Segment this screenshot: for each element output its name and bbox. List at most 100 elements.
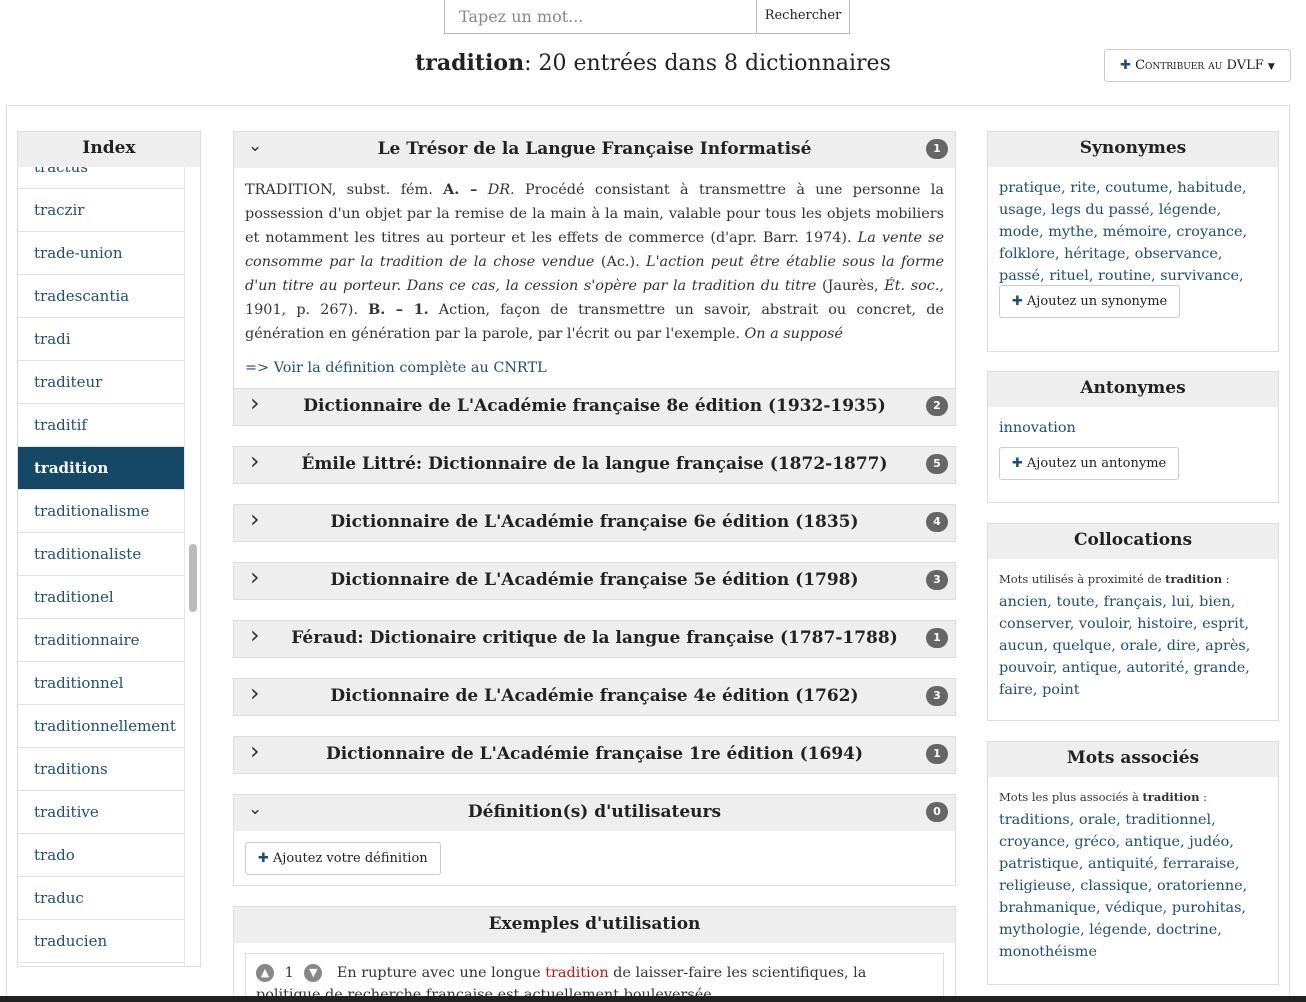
add-synonym-button[interactable]: ✚ Ajoutez un synonyme [999, 285, 1181, 318]
index-item[interactable]: tractus [18, 167, 185, 189]
collocation-link[interactable]: toute [1056, 594, 1094, 610]
associated-word-link[interactable]: doctrine [1156, 922, 1217, 938]
associated-word-link[interactable]: purohitas [1172, 900, 1242, 916]
synonym-link[interactable]: pratique [999, 180, 1061, 196]
index-list[interactable]: tractus traczir trade-union tradescantia tra… [18, 167, 185, 966]
index-item[interactable]: tradescantia [18, 275, 185, 318]
associated-word-link[interactable]: oratorienne [1157, 878, 1243, 894]
index-item[interactable]: traditions [18, 748, 185, 791]
dictionary-header[interactable]: › Dictionnaire de L'Académie française 8e… [234, 389, 955, 425]
associated-word-link[interactable]: gréco [1074, 834, 1115, 850]
synonym-link[interactable]: observance [1135, 246, 1218, 262]
collocation-link[interactable]: vouloir [1079, 616, 1128, 632]
associated-word-link[interactable]: religieuse [999, 878, 1071, 894]
dictionary-header[interactable]: ⌄ Le Trésor de la Langue Française Inform… [234, 132, 955, 168]
synonym-link[interactable]: folklore [999, 246, 1055, 262]
collocation-link[interactable]: bien [1199, 594, 1231, 610]
index-item[interactable]: traditionnellement [18, 705, 185, 748]
associated-word-link[interactable]: judéo [1189, 834, 1229, 850]
synonym-link[interactable]: rituel [1049, 268, 1089, 284]
search-button[interactable]: Rechercher [756, 0, 850, 34]
index-item[interactable]: traditif [18, 404, 185, 447]
search-input[interactable] [444, 0, 757, 34]
collocation-link[interactable]: français [1104, 594, 1163, 610]
synonym-link[interactable]: mode [999, 224, 1039, 240]
associated-word-link[interactable]: monothéisme [999, 944, 1097, 960]
collocation-link[interactable]: lui [1171, 594, 1189, 610]
synonym-link[interactable]: mythe [1048, 224, 1093, 240]
index-scrollbar-thumb[interactable] [189, 544, 197, 612]
synonym-link[interactable]: héritage [1064, 246, 1125, 262]
index-item[interactable]: traditionaliste [18, 533, 185, 576]
associated-word-link[interactable]: patristique [999, 856, 1079, 872]
index-scrollbar[interactable] [184, 167, 200, 966]
synonym-link[interactable]: mémoire [1103, 224, 1167, 240]
collocation-link[interactable]: orale [1120, 638, 1157, 654]
index-item[interactable]: tradi [18, 318, 185, 361]
associated-word-link[interactable]: légende [1089, 922, 1147, 938]
collocation-link[interactable]: esprit [1202, 616, 1244, 632]
dictionary-header[interactable]: › Dictionnaire de L'Académie française 1r… [234, 737, 955, 773]
collocation-link[interactable]: aucun [999, 638, 1043, 654]
add-antonym-button[interactable]: ✚ Ajoutez un antonyme [999, 447, 1180, 480]
dictionary-header[interactable]: › Dictionnaire de L'Académie française 5e… [234, 563, 955, 599]
index-item[interactable]: traditionnel [18, 662, 185, 705]
index-item[interactable]: traditeur [18, 361, 185, 404]
index-item[interactable]: traczir [18, 189, 185, 232]
index-item[interactable]: tradition [18, 447, 185, 490]
associated-word-link[interactable]: antique [1125, 834, 1180, 850]
example-highlight: tradition [545, 965, 609, 981]
add-definition-button[interactable]: ✚ Ajoutez votre définition [245, 842, 441, 875]
collocation-link[interactable]: histoire [1137, 616, 1193, 632]
collocation-link[interactable]: point [1042, 682, 1080, 698]
downvote-icon[interactable]: ▼ [304, 964, 323, 982]
associated-word-link[interactable]: croyance [999, 834, 1065, 850]
synonym-link[interactable]: survivance [1160, 268, 1239, 284]
collocation-link[interactable]: autorité [1126, 660, 1184, 676]
index-item[interactable]: traditionel [18, 576, 185, 619]
synonym-link[interactable]: routine [1098, 268, 1151, 284]
associated-word-link[interactable]: védique [1105, 900, 1162, 916]
dictionary-header[interactable]: › Émile Littré: Dictionnaire de la langue… [234, 447, 955, 483]
antonym-link[interactable]: innovation [999, 420, 1076, 436]
collocation-link[interactable]: ancien [999, 594, 1047, 610]
collocation-link[interactable]: grande [1194, 660, 1246, 676]
associated-word-link[interactable]: classique [1080, 878, 1148, 894]
synonym-link[interactable]: habitude [1178, 180, 1242, 196]
associated-word-link[interactable]: brahmanique [999, 900, 1096, 916]
index-item[interactable]: traduc [18, 877, 185, 920]
associated-word-link[interactable]: ferraraise [1163, 856, 1235, 872]
index-item[interactable]: traducien [18, 920, 185, 963]
contribute-button[interactable]: ✚ Contribuer au DVLF ▼ [1104, 49, 1291, 82]
index-item[interactable]: traditionnaire [18, 619, 185, 662]
synonym-link[interactable]: legs du passé [1051, 202, 1149, 218]
dictionary-header[interactable]: › Féraud: Dictionaire critique de la lang… [234, 621, 955, 657]
synonym-link[interactable]: passé [999, 268, 1040, 284]
collocation-link[interactable]: pouvoir [999, 660, 1053, 676]
synonym-link[interactable]: usage [999, 202, 1042, 218]
dictionary-header[interactable]: › Dictionnaire de L'Académie française 4e… [234, 679, 955, 715]
associated-word-link[interactable]: mythologie [999, 922, 1080, 938]
associated-word-link[interactable]: antiquité [1088, 856, 1154, 872]
index-item[interactable]: trado [18, 834, 185, 877]
associated-word-link[interactable]: traditions [999, 812, 1070, 828]
cnrtl-link[interactable]: => Voir la définition complète au CNRTL [245, 356, 944, 380]
collocation-link[interactable]: quelque [1053, 638, 1112, 654]
index-item[interactable]: trade-union [18, 232, 185, 275]
collocation-link[interactable]: conserver [999, 616, 1070, 632]
collocation-link[interactable]: après [1205, 638, 1246, 654]
user-definitions-header[interactable]: ⌄ Définition(s) d'utilisateurs 0 [234, 795, 955, 831]
index-item[interactable]: traditive [18, 791, 185, 834]
synonym-link[interactable]: coutume [1105, 180, 1168, 196]
collocation-link[interactable]: dire [1167, 638, 1196, 654]
collocation-link[interactable]: antique [1062, 660, 1117, 676]
synonym-link[interactable]: rite [1070, 180, 1096, 196]
associated-word-link[interactable]: traditionnel [1125, 812, 1211, 828]
dictionary-header[interactable]: › Dictionnaire de L'Académie française 6e… [234, 505, 955, 541]
synonym-link[interactable]: légende [1159, 202, 1217, 218]
synonym-link[interactable]: croyance [1176, 224, 1242, 240]
index-item[interactable]: traditionalisme [18, 490, 185, 533]
associated-word-link[interactable]: orale [1079, 812, 1116, 828]
collocation-link[interactable]: faire [999, 682, 1033, 698]
upvote-icon[interactable]: ▲ [256, 964, 274, 982]
